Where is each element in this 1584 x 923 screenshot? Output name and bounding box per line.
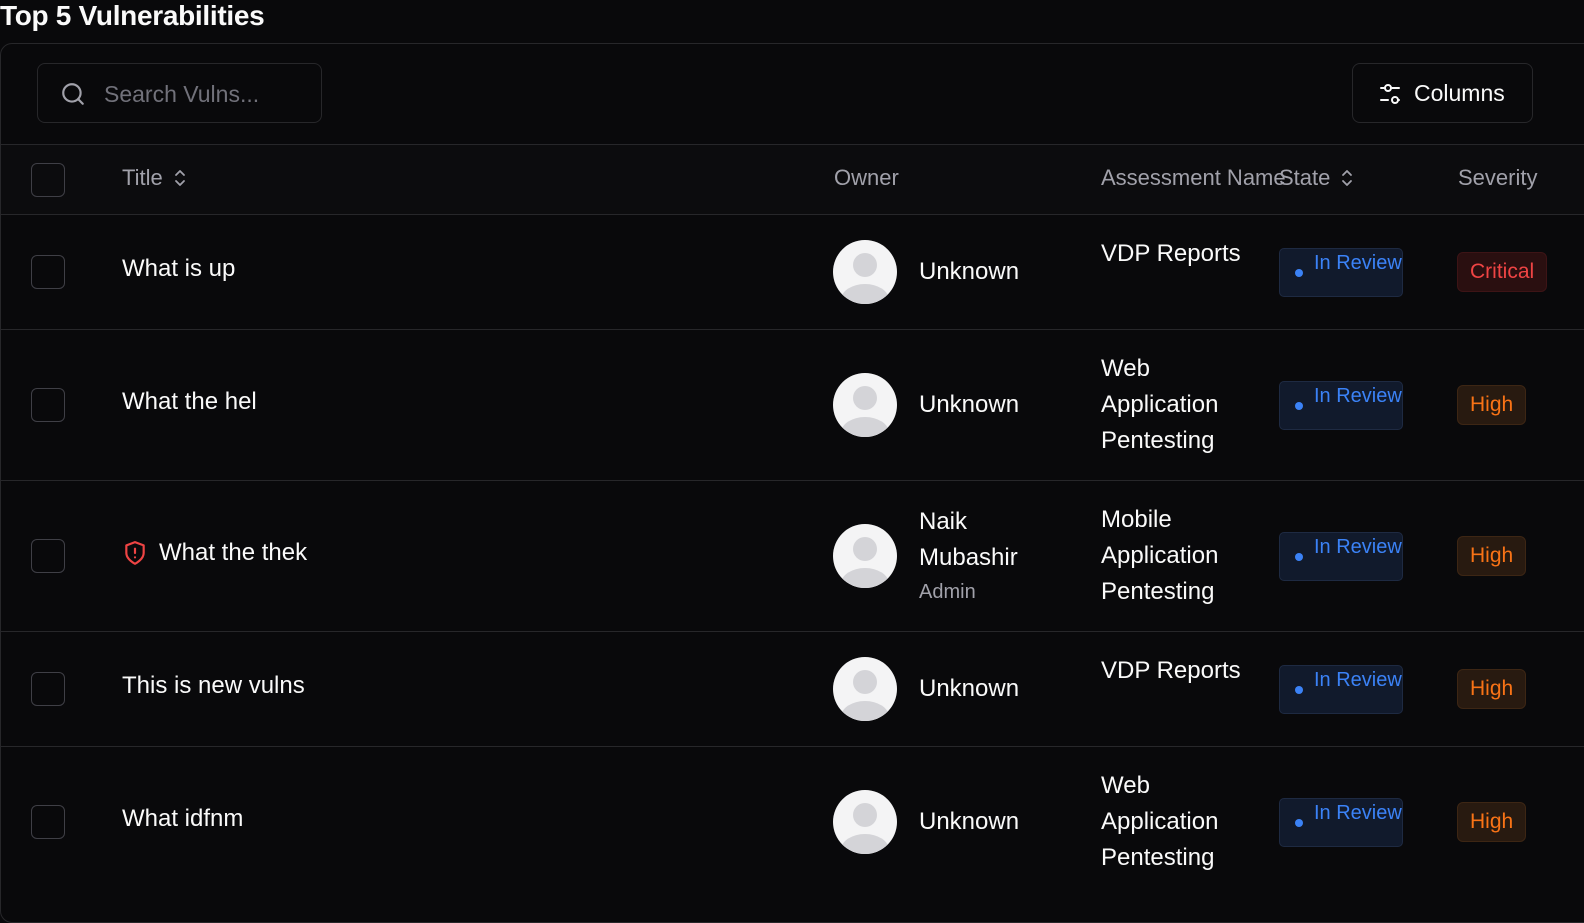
- row-title-label: What idfnm: [122, 805, 244, 832]
- severity-badge: High: [1457, 802, 1527, 842]
- table-row[interactable]: What the hel Unknown Web Application Pen…: [1, 330, 1584, 481]
- state-badge: In Review: [1279, 798, 1403, 847]
- search-icon: [62, 83, 84, 105]
- user-avatar-icon: [841, 803, 889, 854]
- owner-role: Admin: [919, 581, 976, 603]
- assessment-name: Web Application Pentesting: [1101, 772, 1219, 871]
- assessment-name: Mobile Application Pentesting: [1101, 506, 1219, 605]
- user-avatar-icon: [841, 537, 889, 588]
- row-title[interactable]: What idfnm: [122, 805, 243, 833]
- header-title[interactable]: Title: [122, 165, 187, 191]
- state-label: In Review: [1314, 669, 1402, 691]
- severity-badge: High: [1457, 669, 1527, 709]
- table-row[interactable]: This is new vulns Unknown VDP Reports In…: [1, 632, 1584, 747]
- state-badge: In Review: [1279, 248, 1403, 297]
- header-severity: Severity: [1458, 165, 1537, 191]
- page-title: Top 5 Vulnerabilities: [0, 0, 265, 31]
- row-title-label: This is new vulns: [122, 672, 305, 699]
- columns-button-label: Columns: [1414, 80, 1505, 106]
- severity-badge: Critical: [1457, 252, 1548, 292]
- row-title[interactable]: What the thek: [122, 539, 307, 567]
- status-dot-icon: [1295, 686, 1303, 694]
- owner-name: Unknown: [919, 258, 1020, 285]
- severity-badge: High: [1457, 536, 1527, 576]
- owner-name: Unknown: [919, 391, 1020, 418]
- avatar: [833, 240, 897, 304]
- header-owner: Owner: [834, 165, 899, 191]
- row-title-label: What the hel: [122, 388, 257, 415]
- row-title-label: What is up: [122, 255, 236, 282]
- row-checkbox[interactable]: [31, 255, 65, 289]
- header-owner-label: Owner: [834, 165, 899, 190]
- status-dot-icon: [1295, 402, 1303, 410]
- row-title-label: What the thek: [159, 539, 308, 566]
- owner-name: Unknown: [919, 675, 1020, 702]
- status-dot-icon: [1295, 553, 1303, 561]
- row-checkbox[interactable]: [31, 388, 65, 422]
- state-badge: In Review: [1279, 532, 1403, 581]
- assessment-name: VDP Reports: [1101, 240, 1241, 267]
- row-checkbox[interactable]: [31, 539, 65, 573]
- row-title[interactable]: What is up: [122, 255, 235, 283]
- row-checkbox[interactable]: [31, 805, 65, 839]
- avatar: [833, 373, 897, 437]
- sort-icon: [174, 170, 185, 186]
- shield-alert-icon: [125, 541, 145, 565]
- assessment-name: Web Application Pentesting: [1101, 355, 1219, 454]
- table-header: Title Owner Assessment Name State Severi…: [1, 144, 1584, 215]
- owner-name: Naik Mubashir: [919, 508, 1018, 571]
- select-all-checkbox[interactable]: [31, 163, 65, 197]
- search-box[interactable]: [37, 63, 322, 123]
- table-row[interactable]: What is up Unknown VDP Reports In Review…: [1, 215, 1584, 330]
- header-severity-label: Severity: [1458, 165, 1538, 190]
- columns-button[interactable]: Columns: [1352, 63, 1533, 123]
- row-title[interactable]: What the hel: [122, 388, 257, 416]
- avatar: [833, 524, 897, 588]
- status-dot-icon: [1295, 819, 1303, 827]
- state-badge: In Review: [1279, 665, 1403, 714]
- owner-name: Unknown: [919, 808, 1020, 835]
- table-row[interactable]: What idfnm Unknown Web Application Pente…: [1, 747, 1584, 898]
- header-state[interactable]: State: [1279, 165, 1354, 191]
- row-title[interactable]: This is new vulns: [122, 672, 305, 700]
- header-state-label: State: [1279, 165, 1331, 190]
- header-assessment-label: Assessment Name: [1101, 165, 1286, 190]
- header-title-label: Title: [122, 165, 163, 190]
- state-label: In Review: [1314, 802, 1402, 824]
- user-avatar-icon: [841, 386, 889, 437]
- user-avatar-icon: [841, 253, 889, 304]
- user-avatar-icon: [841, 670, 889, 721]
- row-checkbox[interactable]: [31, 672, 65, 706]
- search-input[interactable]: [102, 74, 316, 114]
- table-row[interactable]: What the thek Naik Mubashir Admin Mobile…: [1, 481, 1584, 632]
- severity-badge: High: [1457, 385, 1527, 425]
- header-assessment: Assessment Name: [1101, 165, 1286, 191]
- status-dot-icon: [1295, 269, 1303, 277]
- assessment-name: VDP Reports: [1101, 657, 1241, 684]
- sliders-icon: [1380, 84, 1400, 104]
- state-label: In Review: [1314, 385, 1402, 407]
- avatar: [833, 657, 897, 721]
- sort-icon: [1342, 170, 1353, 186]
- state-label: In Review: [1314, 536, 1402, 558]
- avatar: [833, 790, 897, 854]
- vulnerabilities-table-card: Columns Title Owner Assessment Name Stat…: [0, 43, 1584, 923]
- state-label: In Review: [1314, 252, 1402, 274]
- state-badge: In Review: [1279, 381, 1403, 430]
